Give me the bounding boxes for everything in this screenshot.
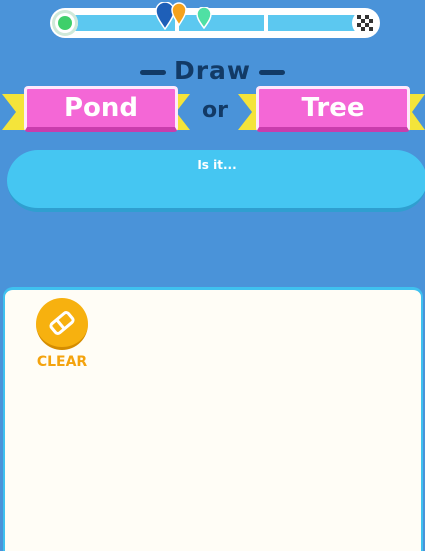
level-progress-bar xyxy=(50,2,380,38)
green-pin-icon xyxy=(196,7,212,29)
title-dash xyxy=(259,69,286,75)
guess-bar: Is it... xyxy=(7,150,425,212)
option-tree-button[interactable]: Tree xyxy=(256,86,410,132)
start-circle-icon xyxy=(52,10,78,36)
clear-button-circle[interactable] xyxy=(36,298,88,350)
title-dash xyxy=(139,69,166,75)
draw-title: Draw xyxy=(0,56,425,85)
orange-pin-icon xyxy=(171,2,187,26)
or-label: or xyxy=(202,98,228,123)
option-pond-button[interactable]: Pond xyxy=(24,86,178,132)
clear-label: CLEAR xyxy=(36,354,88,370)
clear-button[interactable]: CLEAR xyxy=(32,298,92,373)
progress-track xyxy=(67,15,363,31)
checkered-flag-icon xyxy=(352,10,378,36)
guess-text: Is it... xyxy=(197,158,237,172)
progress-divider xyxy=(264,13,268,33)
draw-title-text: Draw xyxy=(173,56,252,85)
eraser-icon xyxy=(49,310,75,335)
